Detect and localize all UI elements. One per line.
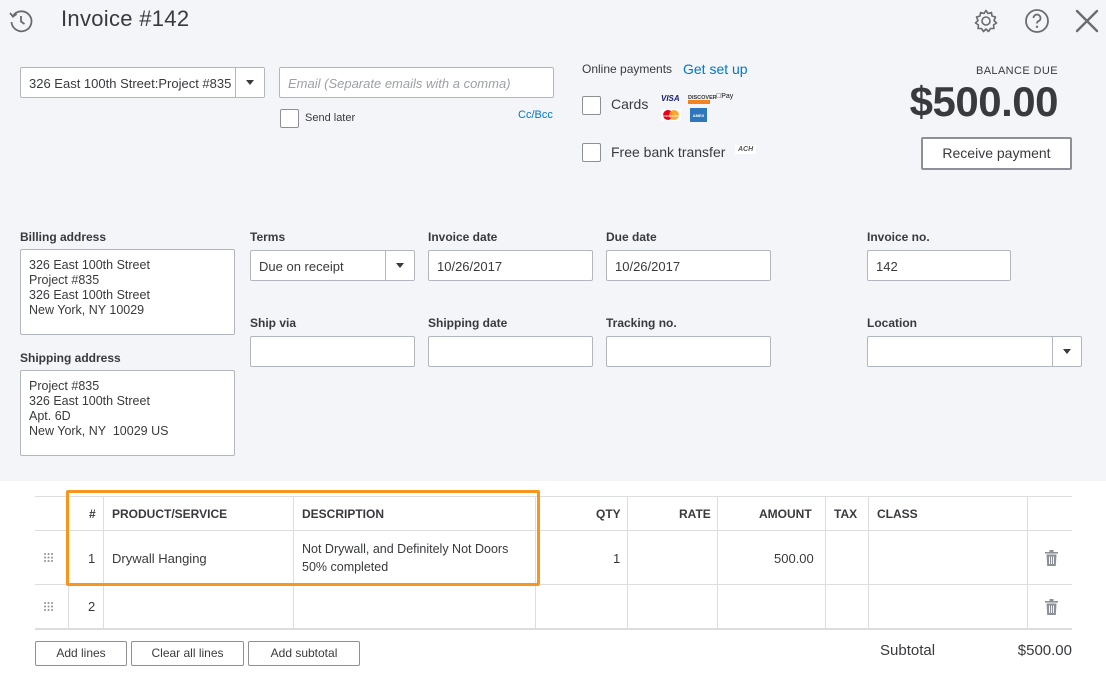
add-lines-button[interactable]: Add lines <box>35 641 127 666</box>
visa-logo: VISA <box>661 94 680 103</box>
shipping-line: Apt. 6D <box>29 409 71 423</box>
column-header-product: PRODUCT/SERVICE <box>112 507 228 521</box>
column-header-number: # <box>89 507 96 521</box>
billing-address-input[interactable]: 326 East 100th Street Project #835 326 E… <box>20 249 235 335</box>
column-header-class: CLASS <box>877 507 918 521</box>
subtotal-label: Subtotal <box>880 642 936 659</box>
billing-line: 326 East 100th Street <box>29 258 150 272</box>
column-header-tax: TAX <box>834 507 858 521</box>
row-qty[interactable]: 1 <box>613 551 620 566</box>
column-header-qty: QTY <box>596 507 621 521</box>
table-row[interactable]: 1 Drywall Hanging Not Drywall, and Defin… <box>35 531 1072 585</box>
balance-due-amount: $500.00 <box>909 78 1059 125</box>
tracking-no-input[interactable] <box>606 336 771 367</box>
billing-line: 326 East 100th Street <box>29 288 150 302</box>
online-payments-label: Online payments <box>582 62 673 76</box>
customer-select-value: 326 East 100th Street:Project #835 <box>29 76 232 91</box>
billing-address-label: Billing address <box>20 230 107 244</box>
mastercard-text: mastercard <box>662 114 680 118</box>
trash-icon[interactable] <box>1045 550 1058 566</box>
ship-via-input[interactable] <box>250 336 415 367</box>
shipping-address-input[interactable]: Project #835 326 East 100th Street Apt. … <box>20 370 235 456</box>
subtotal-value: $500.00 <box>1017 642 1072 659</box>
add-subtotal-button[interactable]: Add subtotal <box>248 641 360 666</box>
table-row[interactable]: 2 <box>35 585 1072 630</box>
row-amount[interactable]: 500.00 <box>774 551 814 566</box>
column-header-description: DESCRIPTION <box>302 507 385 521</box>
drag-handle-icon[interactable] <box>43 601 54 612</box>
amex-logo: AMEX <box>690 108 707 122</box>
shipping-address-label: Shipping address <box>20 351 121 365</box>
page-title: Invoice #142 <box>61 6 190 31</box>
cards-checkbox[interactable] <box>582 96 601 115</box>
location-select[interactable] <box>867 336 1082 367</box>
balance-due-label: BALANCE DUE <box>975 65 1058 77</box>
row-description-line1[interactable]: Not Drywall, and Definitely Not Doors <box>302 542 508 556</box>
apple-pay-logo: Pay <box>716 93 733 100</box>
tracking-no-label: Tracking no. <box>606 316 677 330</box>
shipping-line: Project #835 <box>29 379 100 393</box>
column-header-rate: RATE <box>679 507 711 521</box>
mastercard-logo: mastercard <box>661 109 681 121</box>
shipping-date-label: Shipping date <box>428 316 508 330</box>
apple-pay-text: Pay <box>716 93 733 100</box>
send-later-checkbox[interactable] <box>280 109 299 128</box>
chevron-down-icon[interactable] <box>385 251 414 280</box>
receive-payment-button[interactable]: Receive payment <box>921 137 1072 170</box>
amex-text: AMEX <box>693 113 705 118</box>
row-description-line2[interactable]: 50% completed <box>302 560 388 574</box>
bank-transfer-label: Free bank transfer <box>611 144 726 160</box>
invoice-no-label: Invoice no. <box>867 230 930 244</box>
close-icon[interactable] <box>1074 8 1100 34</box>
location-label: Location <box>867 316 917 330</box>
cc-bcc-link[interactable]: Cc/Bcc <box>518 109 553 121</box>
terms-select[interactable]: Due on receipt <box>250 250 415 281</box>
ach-logo: ACH <box>735 145 757 154</box>
invoice-date-label: Invoice date <box>428 230 498 244</box>
send-later-label: Send later <box>305 112 356 124</box>
bank-transfer-checkbox[interactable] <box>582 143 601 162</box>
cards-label: Cards <box>611 96 649 112</box>
invoice-no-input[interactable]: 142 <box>867 250 1011 281</box>
drag-handle-icon[interactable] <box>43 552 54 563</box>
billing-line: Project #835 <box>29 273 100 287</box>
gear-icon[interactable] <box>973 8 999 34</box>
table-header: # PRODUCT/SERVICE DESCRIPTION QTY RATE A… <box>35 496 1072 531</box>
terms-value: Due on receipt <box>259 259 344 274</box>
row-number: 1 <box>88 551 96 566</box>
column-header-amount: AMOUNT <box>759 507 812 521</box>
due-date-input[interactable]: 10/26/2017 <box>606 250 771 281</box>
get-set-up-link[interactable]: Get set up <box>683 61 748 77</box>
shipping-date-input[interactable] <box>428 336 593 367</box>
history-icon[interactable] <box>8 8 34 34</box>
due-date-label: Due date <box>606 230 657 244</box>
help-icon[interactable] <box>1024 8 1050 34</box>
invoice-date-input[interactable]: 10/26/2017 <box>428 250 593 281</box>
terms-label: Terms <box>250 230 286 244</box>
ship-via-label: Ship via <box>250 316 297 330</box>
clear-all-lines-button[interactable]: Clear all lines <box>131 641 244 666</box>
shipping-line: 326 East 100th Street <box>29 394 150 408</box>
email-input[interactable]: Email (Separate emails with a comma) <box>279 67 554 98</box>
chevron-down-icon[interactable] <box>235 68 264 97</box>
discover-stripe <box>688 100 710 104</box>
shipping-line: New York, NY 10029 US <box>29 424 169 438</box>
trash-icon[interactable] <box>1045 599 1058 615</box>
row-product[interactable]: Drywall Hanging <box>112 551 207 566</box>
customer-select[interactable]: 326 East 100th Street:Project #835 <box>20 67 265 98</box>
row-number: 2 <box>88 599 96 614</box>
chevron-down-icon[interactable] <box>1052 337 1081 366</box>
billing-line: New York, NY 10029 <box>29 303 145 317</box>
